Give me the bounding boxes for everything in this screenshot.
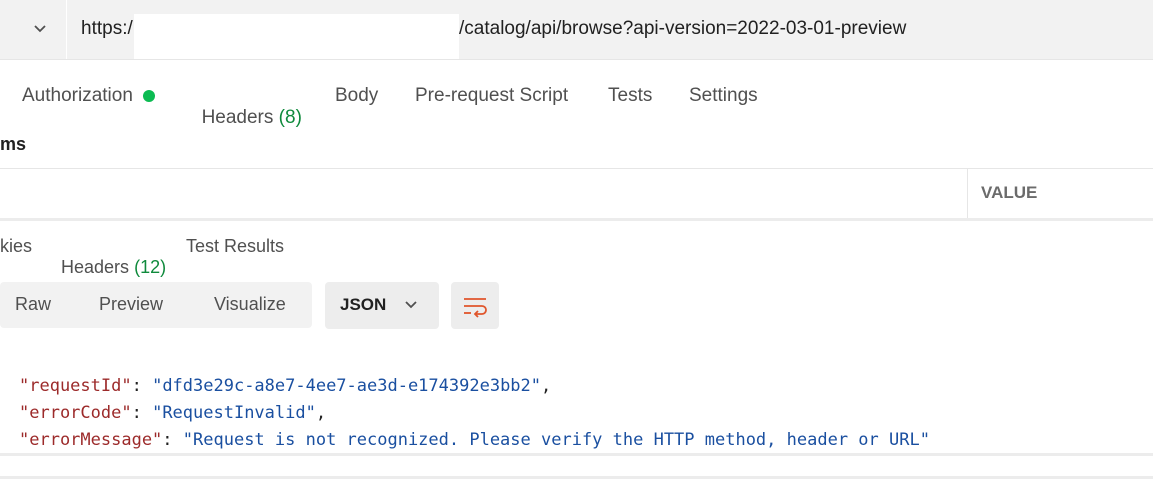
tab-headers-count: (8) (278, 107, 302, 128)
view-raw-button[interactable]: Raw (15, 294, 51, 315)
tab-authorization[interactable]: Authorization (22, 85, 133, 107)
tab-prerequest-script[interactable]: Pre-request Script (415, 85, 568, 107)
url-scheme: https:/ (81, 18, 133, 39)
tab-response-headers-count: (12) (134, 257, 167, 277)
json-key: "requestId" (19, 376, 132, 396)
json-value: "Request is not recognized. Please verif… (182, 430, 930, 450)
divider (0, 453, 1153, 456)
redacted-host (134, 14, 459, 60)
tab-response-headers[interactable]: Headers (12) (51, 236, 166, 278)
tab-settings[interactable]: Settings (689, 85, 758, 107)
json-value: "dfd3e29c-a8e7-4ee7-ae3d-e174392e3bb2" (152, 376, 542, 396)
tab-test-results[interactable]: Test Results (186, 236, 284, 257)
wrap-lines-icon (464, 298, 487, 318)
tab-tests[interactable]: Tests (608, 85, 652, 107)
json-value: "RequestInvalid" (152, 403, 316, 423)
view-visualize-button[interactable]: Visualize (214, 294, 286, 315)
chevron-down-icon[interactable] (33, 22, 47, 36)
json-line: "errorCode": "RequestInvalid", (19, 403, 327, 423)
view-preview-button[interactable]: Preview (99, 294, 163, 315)
divider (0, 59, 1153, 60)
tab-headers[interactable]: Headers (8) (191, 85, 302, 129)
params-table-bottom-border[interactable] (0, 218, 1153, 221)
params-table-top-border (0, 168, 1153, 169)
status-dot (143, 90, 155, 102)
json-line: "errorMessage": "Request is not recogniz… (19, 430, 930, 450)
tab-body[interactable]: Body (335, 85, 378, 107)
tab-response-headers-label: Headers (61, 257, 130, 277)
divider (0, 476, 1153, 479)
tab-headers-label: Headers (201, 107, 274, 128)
params-column-divider (967, 168, 968, 218)
url-path: /catalog/api/browse?api-version=2022-03-… (459, 18, 907, 39)
params-value-header: VALUE (981, 183, 1038, 202)
chevron-down-icon (405, 301, 417, 309)
params-section-label: ms (0, 134, 27, 154)
format-dropdown-label: JSON (340, 295, 387, 314)
tab-cookies[interactable]: kies (0, 236, 32, 257)
json-key: "errorMessage" (19, 430, 163, 450)
json-line: "requestId": "dfd3e29c-a8e7-4ee7-ae3d-e1… (19, 376, 552, 396)
json-key: "errorCode" (19, 403, 132, 423)
